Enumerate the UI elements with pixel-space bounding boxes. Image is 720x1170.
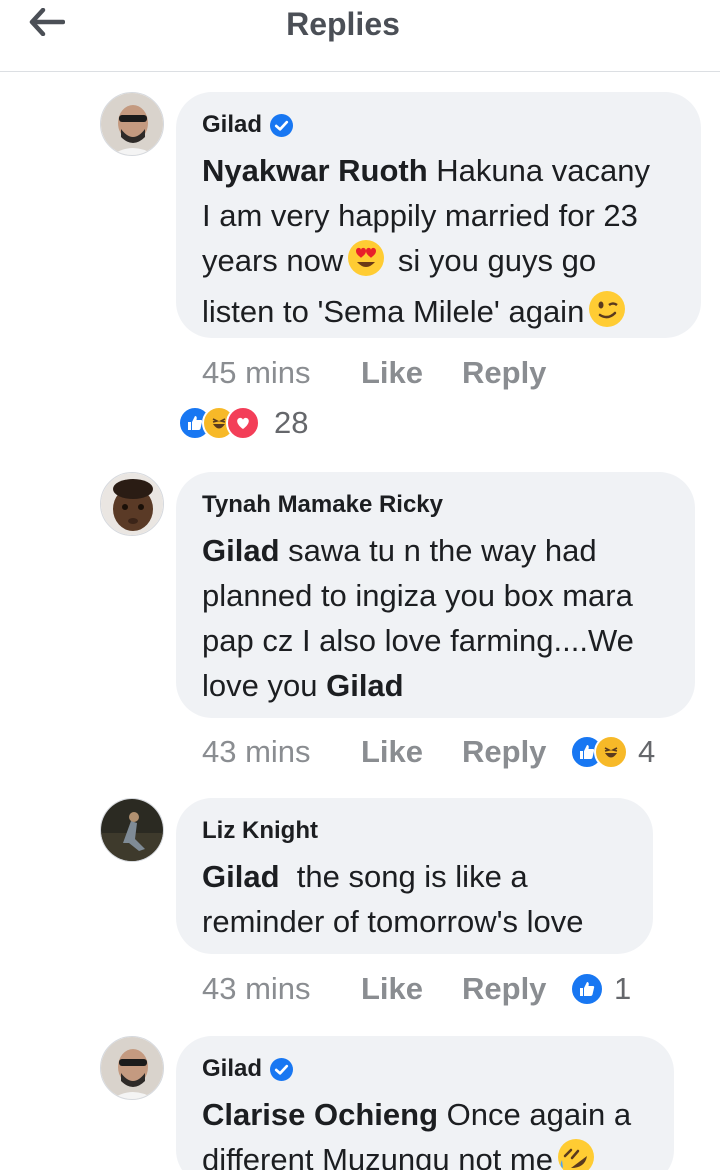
comment-author[interactable]: Gilad bbox=[202, 111, 262, 139]
like-button[interactable]: Like bbox=[361, 355, 462, 391]
mention-link[interactable]: Gilad bbox=[326, 668, 404, 703]
mention-link[interactable]: Gilad bbox=[202, 533, 280, 568]
comment-timestamp: 43 mins bbox=[202, 734, 311, 769]
rolling-laughing-emoji-icon bbox=[557, 1138, 595, 1170]
comment-actions: 43 mins Like Reply 1 bbox=[202, 969, 631, 1009]
comment-bubble: Gilad Nyakwar Ruoth Hakuna vacany I am v… bbox=[176, 92, 701, 338]
mention-link[interactable]: Nyakwar Ruoth bbox=[202, 153, 428, 188]
reaction-count: 1 bbox=[614, 971, 632, 1006]
like-reaction-icon bbox=[570, 972, 604, 1006]
reaction-summary[interactable]: 28 bbox=[178, 405, 308, 441]
wink-emoji-icon bbox=[588, 290, 626, 340]
haha-reaction-icon bbox=[594, 735, 628, 769]
comment-author[interactable]: Gilad bbox=[202, 1055, 262, 1083]
verified-badge-icon bbox=[270, 1057, 294, 1081]
reply-button[interactable]: Reply bbox=[462, 971, 570, 1007]
reaction-summary[interactable]: 4 bbox=[570, 734, 655, 770]
comment-text: Gilad sawa tu n the way had planned to i… bbox=[202, 533, 634, 703]
comment-author[interactable]: Tynah Mamake Ricky bbox=[202, 491, 443, 519]
mention-link[interactable]: Clarise Ochieng bbox=[202, 1097, 438, 1132]
avatar[interactable] bbox=[100, 798, 164, 862]
reply-button[interactable]: Reply bbox=[462, 734, 570, 770]
avatar[interactable] bbox=[100, 1036, 164, 1100]
heart-eyes-emoji-icon bbox=[347, 239, 385, 289]
reaction-summary[interactable]: 1 bbox=[570, 971, 631, 1007]
top-bar: Replies bbox=[0, 0, 720, 72]
comment-timestamp: 45 mins bbox=[202, 355, 311, 390]
mention-link[interactable]: Gilad bbox=[202, 859, 280, 894]
avatar[interactable] bbox=[100, 92, 164, 156]
love-reaction-icon bbox=[226, 406, 260, 440]
like-button[interactable]: Like bbox=[361, 734, 462, 770]
comment-text: Gilad the song is like a reminder of tom… bbox=[202, 859, 584, 939]
avatar[interactable] bbox=[100, 472, 164, 536]
like-button[interactable]: Like bbox=[361, 971, 462, 1007]
comment-actions: 43 mins Like Reply 4 bbox=[202, 732, 655, 772]
comment-bubble: Tynah Mamake Ricky Gilad sawa tu n the w… bbox=[176, 472, 695, 718]
reaction-count: 28 bbox=[274, 405, 309, 440]
page-title: Replies bbox=[286, 6, 400, 42]
comment-actions: 45 mins Like Reply bbox=[202, 353, 570, 393]
comment-bubble: Liz Knight Gilad the song is like a remi… bbox=[176, 798, 653, 954]
comment-text: Clarise Ochieng Once again a different M… bbox=[202, 1092, 648, 1170]
comment-timestamp: 43 mins bbox=[202, 971, 311, 1006]
reply-button[interactable]: Reply bbox=[462, 355, 570, 391]
reaction-count: 4 bbox=[638, 734, 656, 769]
comment-text: Nyakwar Ruoth Hakuna vacany I am very ha… bbox=[202, 148, 675, 340]
comment-author[interactable]: Liz Knight bbox=[202, 817, 318, 845]
verified-badge-icon bbox=[270, 113, 294, 137]
comment-bubble: Gilad Clarise Ochieng Once again a diffe… bbox=[176, 1036, 674, 1170]
